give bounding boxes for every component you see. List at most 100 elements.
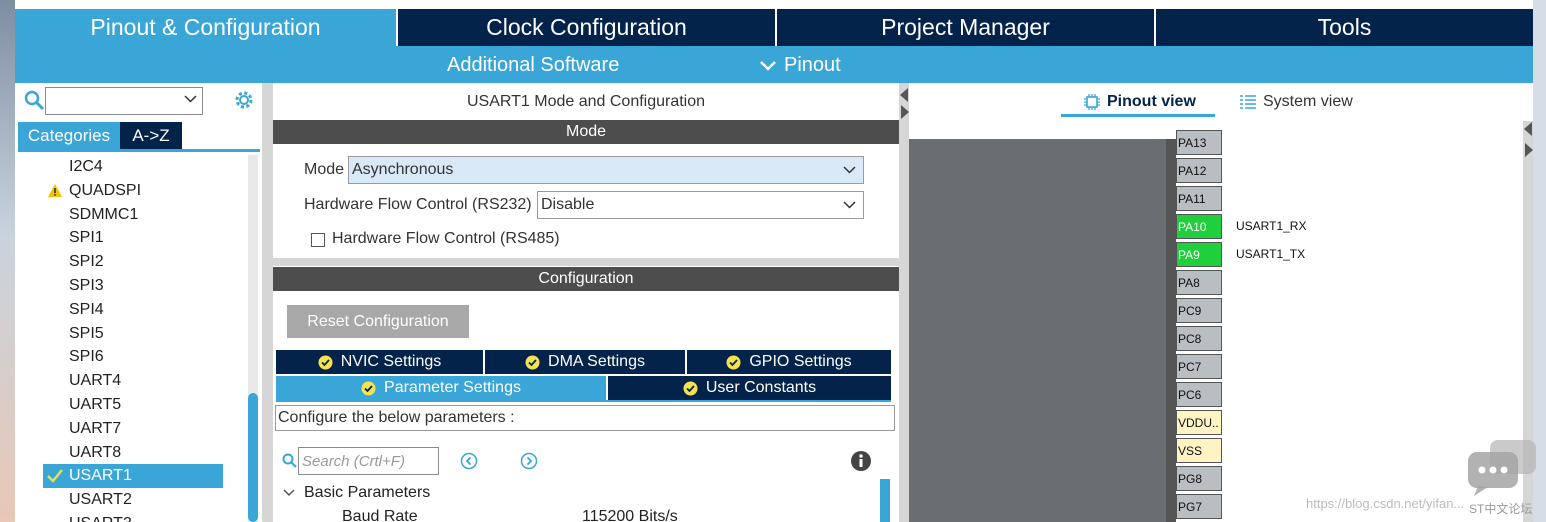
panel-splitter-left[interactable] (262, 83, 273, 522)
category-sort-tabs: Categories A->Z (18, 122, 182, 149)
tab-parameter-label: Parameter Settings (384, 379, 521, 396)
list-item-label: USART3 (69, 515, 132, 522)
hwfc-rs485-label: Hardware Flow Control (RS485) (332, 230, 560, 247)
list-item[interactable]: SDMMC1 (18, 203, 223, 227)
list-item[interactable]: SPI4 (18, 298, 223, 322)
list-item[interactable]: UART7 (18, 417, 223, 441)
tab-a-to-z[interactable]: A->Z (120, 122, 182, 149)
tab-clock-configuration[interactable]: Clock Configuration (396, 9, 775, 46)
chevron-down-icon (843, 166, 856, 174)
previous-match-icon[interactable] (460, 452, 478, 470)
list-item[interactable]: QUADSPI (18, 179, 223, 203)
parameter-search-input[interactable]: Search (Crtl+F) (298, 447, 439, 475)
tab-user-constants[interactable]: User Constants (608, 376, 891, 400)
pin-pc9[interactable]: PC9 (1176, 298, 1222, 323)
tab-system-view[interactable]: System view (1239, 93, 1353, 111)
check-icon (47, 469, 63, 484)
list-item-label: SPI1 (69, 229, 104, 247)
pin-vddu[interactable]: VDDU.. (1176, 410, 1222, 435)
tab-gpio-label: GPIO Settings (749, 353, 852, 370)
chevron-down-icon (760, 60, 776, 71)
tab-dma-settings[interactable]: DMA Settings (485, 350, 685, 374)
tab-parameter-settings[interactable]: Parameter Settings (276, 376, 606, 400)
pin-pc6[interactable]: PC6 (1176, 382, 1222, 407)
system-view-label: System view (1263, 93, 1353, 110)
pin-pa10[interactable]: PA10 (1176, 214, 1222, 239)
view-tabs-underline (1061, 114, 1215, 117)
pin-pa13[interactable]: PA13 (1176, 130, 1222, 155)
chip-body[interactable] (909, 139, 1166, 522)
category-search-combobox[interactable] (45, 87, 203, 115)
pin-vss[interactable]: VSS (1176, 438, 1222, 463)
hwfc-rs485-checkbox[interactable] (311, 233, 325, 247)
next-match-icon[interactable] (520, 452, 538, 470)
panel-splitter-right[interactable] (899, 83, 909, 522)
reset-configuration-button[interactable]: Reset Configuration (287, 305, 469, 338)
tab-pinout-configuration[interactable]: Pinout & Configuration (15, 9, 396, 46)
info-icon[interactable] (850, 450, 872, 472)
list-item[interactable]: UART8 (18, 441, 223, 465)
list-item-label: UART7 (69, 419, 122, 437)
mode-section-header: Mode (273, 120, 899, 144)
additional-software-menu[interactable]: Additional Software (447, 54, 619, 77)
list-item[interactable]: SPI5 (18, 322, 223, 346)
pin-pa9[interactable]: PA9 (1176, 242, 1222, 267)
pin-pa12[interactable]: PA12 (1176, 158, 1222, 183)
param-value-baud-rate[interactable]: 115200 Bits/s (582, 508, 678, 522)
pin-pc8[interactable]: PC8 (1176, 326, 1222, 351)
collapse-left-icon[interactable] (900, 88, 909, 102)
tab-nvic-label: NVIC Settings (340, 353, 442, 370)
list-item[interactable]: SPI1 (18, 226, 223, 250)
list-item[interactable]: USART3 (18, 512, 223, 522)
mode-select[interactable]: Asynchronous (348, 156, 864, 184)
list-item-label: SPI6 (69, 348, 104, 366)
pin-pa11[interactable]: PA11 (1176, 186, 1222, 211)
list-item-label: SPI4 (69, 300, 104, 318)
list-item-label: QUADSPI (69, 181, 142, 199)
tab-tools[interactable]: Tools (1154, 9, 1533, 46)
check-circle-icon (318, 355, 333, 370)
list-item-label: UART5 (69, 396, 122, 413)
hwfc-rs232-select[interactable]: Disable (537, 191, 864, 219)
peripheral-list: I2C4 QUADSPI SDMMC1 SPI1 SPI2 SPI3 SPI4 SPI5 SPI… (18, 155, 252, 522)
section-separator[interactable] (273, 258, 899, 266)
list-item[interactable]: SPI6 (18, 345, 223, 369)
list-item[interactable]: UART4 (18, 369, 223, 393)
list-item[interactable]: SPI3 (18, 274, 223, 298)
list-item[interactable]: USART2 (18, 488, 223, 512)
mode-label: Mode (304, 161, 345, 178)
gear-icon[interactable] (233, 89, 255, 111)
tab-project-manager[interactable]: Project Manager (775, 9, 1154, 46)
tab-nvic-settings[interactable]: NVIC Settings (276, 350, 483, 374)
watermark-label: ST中文论坛 (1469, 502, 1533, 516)
panel-title: USART1 Mode and Configuration (466, 93, 706, 110)
check-circle-icon (726, 355, 741, 370)
list-item-label: UART4 (69, 372, 122, 390)
pin-pg8[interactable]: PG8 (1176, 466, 1222, 491)
pin-pg7[interactable]: PG7 (1176, 494, 1222, 519)
pin-pa8[interactable]: PA8 (1176, 270, 1222, 295)
check-circle-icon (525, 355, 540, 370)
pin-signal-label: USART1_RX (1236, 219, 1307, 233)
peripheral-list-scrollbar-thumb[interactable] (248, 393, 258, 522)
list-item[interactable]: I2C4 (18, 155, 223, 179)
list-item[interactable]: SPI2 (18, 250, 223, 274)
list-item[interactable]: USART1 (43, 464, 223, 489)
scroll-left-arrow-icon[interactable] (1524, 122, 1533, 136)
parameters-scrollbar[interactable] (880, 479, 890, 522)
tab-categories[interactable]: Categories (18, 122, 120, 149)
basic-parameters-group[interactable]: Basic Parameters (283, 484, 430, 502)
chip-icon (1084, 94, 1100, 110)
scroll-right-arrow-icon[interactable] (1524, 143, 1533, 157)
list-item-label: SPI5 (69, 324, 104, 342)
pinout-menu[interactable]: Pinout (760, 54, 841, 77)
tab-gpio-settings[interactable]: GPIO Settings (687, 350, 891, 374)
pinout-view-label: Pinout view (1107, 93, 1196, 110)
collapse-right-icon[interactable] (900, 105, 909, 119)
pin-pc7[interactable]: PC7 (1176, 354, 1222, 379)
list-item[interactable]: UART5 (18, 393, 223, 417)
list-item-label: SPI3 (69, 277, 104, 294)
chip-edge (1166, 139, 1176, 522)
check-circle-icon (361, 381, 376, 396)
tab-pinout-view[interactable]: Pinout view (1083, 93, 1196, 111)
